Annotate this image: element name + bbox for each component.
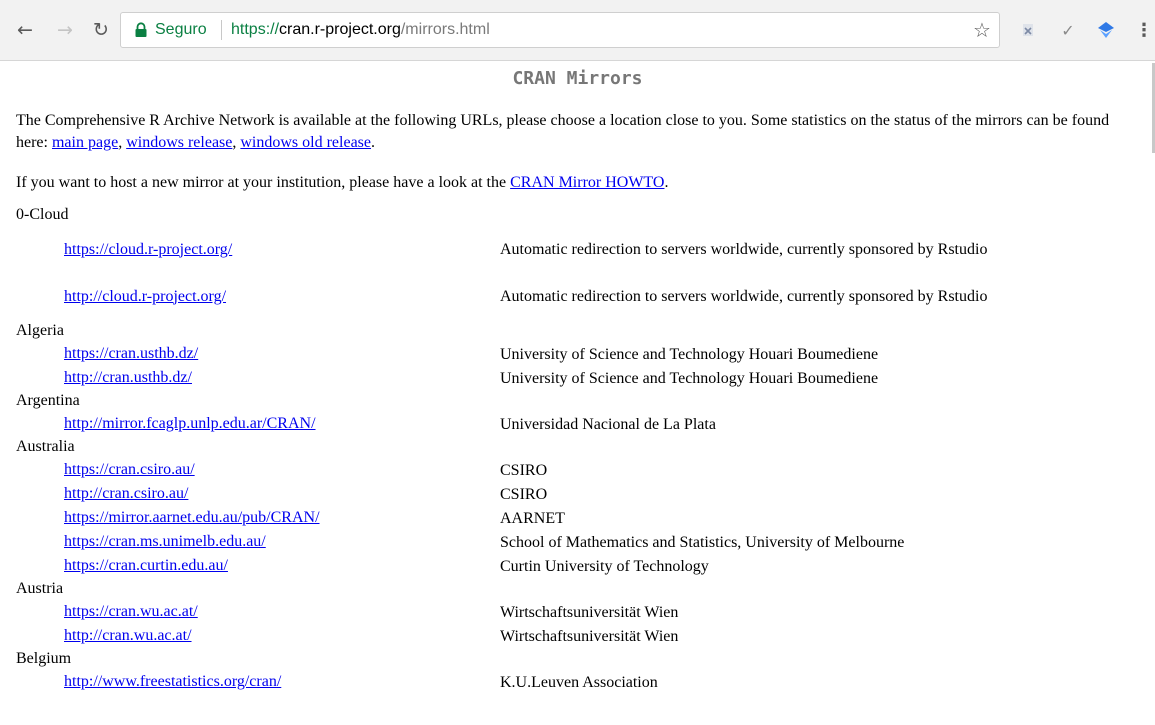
mirror-url-cell: https://cran.usthb.dz/ xyxy=(64,345,500,363)
mirror-row: https://cran.wu.ac.at/Wirtschaftsunivers… xyxy=(0,600,1155,624)
mirror-list: 0-Cloud https://cloud.r-project.org/Autom… xyxy=(0,204,1155,694)
browser-menu-icon[interactable]: ⋮ xyxy=(1135,17,1153,43)
mirror-row: http://cran.usthb.dz/University of Scien… xyxy=(0,366,1155,390)
country-heading: Australia xyxy=(16,438,75,455)
extension-check-icon[interactable]: ✓ xyxy=(1058,20,1078,40)
mirror-host-name: CSIRO xyxy=(500,461,548,479)
mirror-row: https://cran.ms.unimelb.edu.au/School of… xyxy=(0,530,1155,554)
mirror-url-link[interactable]: https://cran.csiro.au/ xyxy=(64,461,195,478)
country-heading: Austria xyxy=(16,580,64,597)
mirror-url-link[interactable]: https://cran.usthb.dz/ xyxy=(64,345,198,362)
windows-release-link[interactable]: windows release xyxy=(126,134,232,151)
mirror-url-cell: https://cran.wu.ac.at/ xyxy=(64,603,500,621)
address-url[interactable]: https://cran.r-project.org/mirrors.html xyxy=(231,21,490,39)
url-path: /mirrors.html xyxy=(400,21,490,38)
mirror-host-name: Automatic redirection to servers worldwi… xyxy=(500,241,988,258)
main-page-link[interactable]: main page xyxy=(52,134,118,151)
mirror-row: http://cran.csiro.au/CSIRO xyxy=(0,482,1155,506)
mirror-row: https://cran.usthb.dz/University of Scie… xyxy=(0,342,1155,366)
mirror-row: https://cloud.r-project.org/Automatic re… xyxy=(0,226,1155,273)
windows-old-release-link[interactable]: windows old release xyxy=(240,134,371,151)
country-heading: Belgium xyxy=(16,650,72,667)
secure-label: Seguro xyxy=(155,21,207,38)
mirror-url-link[interactable]: https://cloud.r-project.org/ xyxy=(64,241,232,258)
mirror-url-link[interactable]: http://cran.usthb.dz/ xyxy=(64,369,192,386)
country-heading: Argentina xyxy=(16,392,80,409)
mirror-url-cell: http://cran.usthb.dz/ xyxy=(64,369,500,387)
country-heading: 0-Cloud xyxy=(16,206,69,223)
mirror-host-name: K.U.Leuven Association xyxy=(500,673,658,691)
mirror-url-link[interactable]: https://mirror.aarnet.edu.au/pub/CRAN/ xyxy=(64,509,320,526)
page-title: CRAN Mirrors xyxy=(512,68,643,89)
mirror-host-name: University of Science and Technology Hou… xyxy=(500,369,879,387)
mirror-url-link[interactable]: http://cran.csiro.au/ xyxy=(64,485,188,502)
mirror-row: http://www.freestatistics.org/cran/K.U.L… xyxy=(0,670,1155,694)
url-host: cran.r-project.org xyxy=(279,21,401,38)
back-arrow-icon[interactable]: ← xyxy=(12,17,38,43)
mirror-url-link[interactable]: http://mirror.fcaglp.unlp.edu.ar/CRAN/ xyxy=(64,415,316,432)
forward-arrow-icon[interactable]: → xyxy=(52,17,78,43)
mirror-url-link[interactable]: http://cran.wu.ac.at/ xyxy=(64,627,192,644)
mirror-url-cell: https://cran.csiro.au/ xyxy=(64,461,500,479)
mirror-row: http://cloud.r-project.org/Automatic red… xyxy=(0,273,1155,320)
extension-shield-icon[interactable] xyxy=(1096,20,1116,40)
mirror-host-name: Automatic redirection to servers worldwi… xyxy=(500,288,988,305)
mirror-host-name: AARNET xyxy=(500,509,565,527)
mirror-host-name: Wirtschaftsuniversität Wien xyxy=(500,603,679,621)
mirror-url-link[interactable]: https://cran.curtin.edu.au/ xyxy=(64,557,228,574)
country-heading: Algeria xyxy=(16,322,64,339)
page-viewport: CRAN Mirrors The Comprehensive R Archive… xyxy=(0,61,1155,725)
extension-reader-icon[interactable] xyxy=(1018,20,1038,40)
cran-mirror-howto-link[interactable]: CRAN Mirror HOWTO xyxy=(510,174,664,191)
mirror-host-name: University of Science and Technology Hou… xyxy=(500,345,879,363)
browser-toolbar: ← → ↻ Seguro https://cran.r-project.org/… xyxy=(0,0,1155,61)
address-bar[interactable]: Seguro https://cran.r-project.org/mirror… xyxy=(120,12,1000,48)
mirror-row: https://cran.csiro.au/CSIRO xyxy=(0,458,1155,482)
mirror-url-link[interactable]: https://cran.ms.unimelb.edu.au/ xyxy=(64,533,266,550)
mirror-row: https://cran.curtin.edu.au/Curtin Univer… xyxy=(0,554,1155,578)
mirror-url-cell: https://cran.curtin.edu.au/ xyxy=(64,557,500,575)
mirror-url-cell: http://cran.wu.ac.at/ xyxy=(64,627,500,645)
lock-icon xyxy=(135,22,147,37)
mirror-url-cell: https://mirror.aarnet.edu.au/pub/CRAN/ xyxy=(64,509,500,527)
mirror-url-cell: https://cloud.r-project.org/ xyxy=(64,241,500,259)
mirror-host-name: School of Mathematics and Statistics, Un… xyxy=(500,533,905,551)
mirror-url-cell: http://cran.csiro.au/ xyxy=(64,485,500,503)
host-mirror-paragraph: If you want to host a new mirror at your… xyxy=(16,174,669,191)
mirror-url-link[interactable]: https://cran.wu.ac.at/ xyxy=(64,603,198,620)
host-text: If you want to host a new mirror at your… xyxy=(16,174,507,191)
mirror-host-name: CSIRO xyxy=(500,485,548,503)
mirror-url-cell: https://cran.ms.unimelb.edu.au/ xyxy=(64,533,500,551)
mirror-url-cell: http://cloud.r-project.org/ xyxy=(64,288,500,306)
bookmark-star-icon[interactable]: ☆ xyxy=(973,18,991,42)
mirror-host-name: Universidad Nacional de La Plata xyxy=(500,415,716,433)
intro-paragraph: The Comprehensive R Archive Network is a… xyxy=(16,112,1110,151)
mirror-host-name: Wirtschaftsuniversität Wien xyxy=(500,627,679,645)
mirror-url-cell: http://mirror.fcaglp.unlp.edu.ar/CRAN/ xyxy=(64,415,500,433)
mirror-row: https://mirror.aarnet.edu.au/pub/CRAN/AA… xyxy=(0,506,1155,530)
mirror-host-name: Curtin University of Technology xyxy=(500,557,709,575)
mirror-url-cell: http://www.freestatistics.org/cran/ xyxy=(64,673,500,691)
address-separator xyxy=(221,20,222,40)
mirror-row: http://mirror.fcaglp.unlp.edu.ar/CRAN/Un… xyxy=(0,412,1155,436)
reload-icon[interactable]: ↻ xyxy=(88,17,114,43)
url-protocol: https:// xyxy=(231,21,280,38)
mirror-url-link[interactable]: http://www.freestatistics.org/cran/ xyxy=(64,673,281,690)
mirror-url-link[interactable]: http://cloud.r-project.org/ xyxy=(64,288,226,305)
mirror-row: http://cran.wu.ac.at/Wirtschaftsuniversi… xyxy=(0,624,1155,648)
